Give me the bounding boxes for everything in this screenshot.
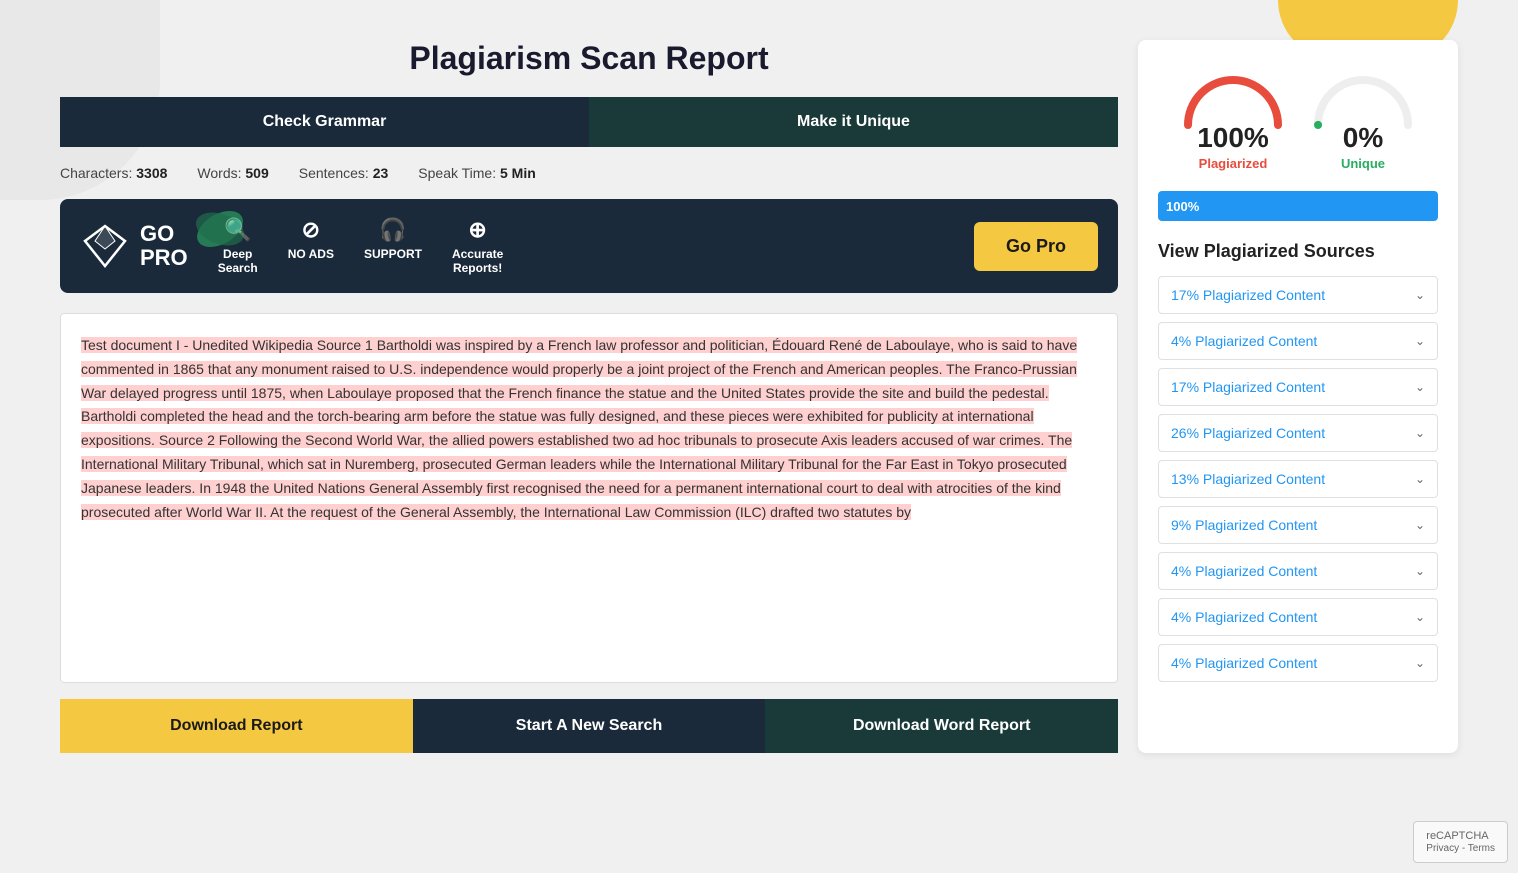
- words-stat: Words: 509: [197, 165, 268, 181]
- sources-title: View Plagiarized Sources: [1158, 241, 1438, 262]
- feature-accurate-reports: ⊕ Accurate Reports!: [452, 217, 503, 275]
- plagiarized-label: Plagiarized: [1199, 156, 1268, 171]
- top-buttons: Check Grammar Make it Unique: [60, 97, 1118, 147]
- go-pro-banner: GO PRO 🔍 Deep Search ⊘ NO ADS 🎧 SUPPORT: [60, 199, 1118, 293]
- plagiarized-gauge-svg: [1178, 60, 1288, 130]
- source-item-3[interactable]: 26% Plagiarized Content⌄: [1158, 414, 1438, 452]
- download-word-report-button[interactable]: Download Word Report: [765, 699, 1118, 753]
- dropdown-arrow-6: ⌄: [1415, 564, 1425, 578]
- diamond-icon: [80, 221, 130, 271]
- go-pro-logo: GO PRO: [80, 221, 188, 271]
- no-ads-icon: ⊘: [302, 217, 320, 243]
- accurate-reports-icon: ⊕: [468, 217, 486, 243]
- start-new-search-button[interactable]: Start A New Search: [413, 699, 766, 753]
- source-item-0[interactable]: 17% Plagiarized Content⌄: [1158, 276, 1438, 314]
- bottom-buttons: Download Report Start A New Search Downl…: [60, 699, 1118, 753]
- dropdown-arrow-7: ⌄: [1415, 610, 1425, 624]
- dropdown-arrow-5: ⌄: [1415, 518, 1425, 532]
- support-icon: 🎧: [379, 217, 406, 243]
- stats-row: Characters: 3308 Words: 509 Sentences: 2…: [60, 165, 1118, 181]
- go-pro-features: 🔍 Deep Search ⊘ NO ADS 🎧 SUPPORT ⊕ Accur…: [218, 217, 944, 275]
- gauges-row: 100% Plagiarized 0% Unique: [1158, 60, 1438, 171]
- download-report-button[interactable]: Download Report: [60, 699, 413, 753]
- left-panel: Plagiarism Scan Report Check Grammar Mak…: [60, 40, 1118, 753]
- dropdown-arrow-8: ⌄: [1415, 656, 1425, 670]
- source-item-4[interactable]: 13% Plagiarized Content⌄: [1158, 460, 1438, 498]
- go-pro-button[interactable]: Go Pro: [974, 222, 1098, 271]
- unique-value: 0%: [1343, 122, 1383, 154]
- go-pro-text: GO PRO: [140, 222, 188, 270]
- source-item-8[interactable]: 4% Plagiarized Content⌄: [1158, 644, 1438, 682]
- source-item-6[interactable]: 4% Plagiarized Content⌄: [1158, 552, 1438, 590]
- make-unique-button[interactable]: Make it Unique: [589, 97, 1118, 147]
- characters-stat: Characters: 3308: [60, 165, 167, 181]
- check-grammar-button[interactable]: Check Grammar: [60, 97, 589, 147]
- plagiarized-gauge: 100% Plagiarized: [1178, 60, 1288, 171]
- document-text-area[interactable]: Test document I - Unedited Wikipedia Sou…: [60, 313, 1118, 683]
- source-item-5[interactable]: 9% Plagiarized Content⌄: [1158, 506, 1438, 544]
- dropdown-arrow-1: ⌄: [1415, 334, 1425, 348]
- dropdown-arrow-2: ⌄: [1415, 380, 1425, 394]
- unique-gauge: 0% Unique: [1308, 60, 1418, 171]
- progress-bar-container: 100%: [1158, 191, 1438, 221]
- plagiarized-value: 100%: [1197, 122, 1269, 154]
- page-title: Plagiarism Scan Report: [60, 40, 1118, 77]
- document-text: Test document I - Unedited Wikipedia Sou…: [81, 337, 1077, 520]
- sentences-stat: Sentences: 23: [299, 165, 389, 181]
- sources-list: 17% Plagiarized Content⌄ 4% Plagiarized C…: [1158, 276, 1438, 682]
- unique-label: Unique: [1341, 156, 1385, 171]
- speak-time-stat: Speak Time: 5 Min: [418, 165, 536, 181]
- feature-support: 🎧 SUPPORT: [364, 217, 422, 275]
- dropdown-arrow-0: ⌄: [1415, 288, 1425, 302]
- feature-no-ads: ⊘ NO ADS: [288, 217, 334, 275]
- dropdown-arrow-4: ⌄: [1415, 472, 1425, 486]
- source-item-2[interactable]: 17% Plagiarized Content⌄: [1158, 368, 1438, 406]
- dropdown-arrow-3: ⌄: [1415, 426, 1425, 440]
- source-item-7[interactable]: 4% Plagiarized Content⌄: [1158, 598, 1438, 636]
- progress-bar-fill: 100%: [1158, 191, 1438, 221]
- source-item-1[interactable]: 4% Plagiarized Content⌄: [1158, 322, 1438, 360]
- right-panel: 100% Plagiarized 0% Unique 100% V: [1138, 40, 1458, 753]
- leaf-decoration: [190, 199, 250, 259]
- unique-gauge-svg: [1308, 60, 1418, 130]
- recaptcha-box: reCAPTCHA Privacy - Terms: [1413, 821, 1508, 863]
